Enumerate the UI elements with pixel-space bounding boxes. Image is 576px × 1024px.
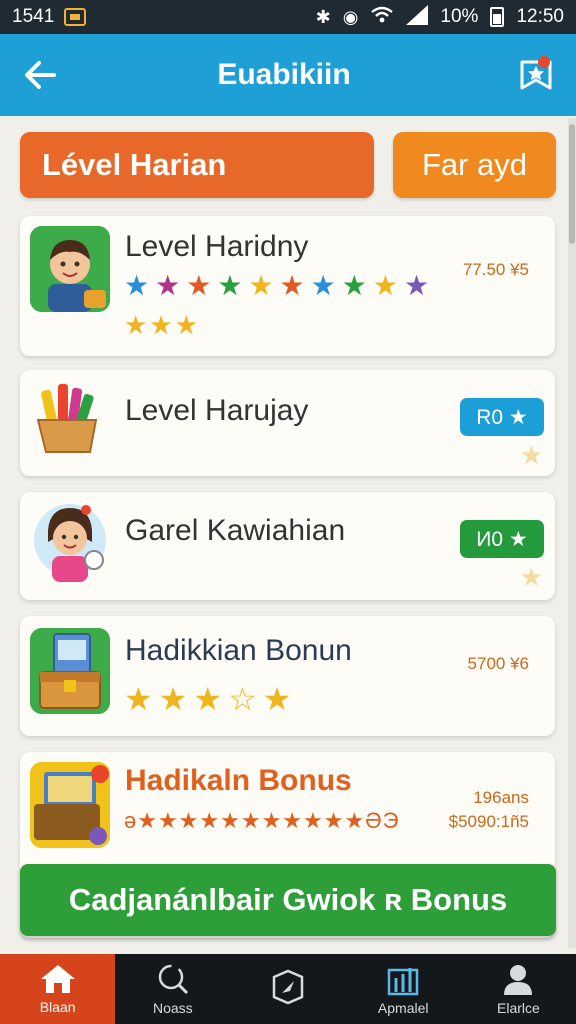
tab-bar: Lével Harian Far ayd [20,132,556,198]
signal-icon [406,4,429,30]
card-value: 77.50 ¥5 [462,260,529,279]
bonus-chest-icon [30,762,110,848]
nav-profile[interactable]: Elarlce [461,954,576,1024]
reward-badge[interactable]: R0 ★ [460,398,544,436]
tab-daily-level[interactable]: Lével Harian [20,132,374,198]
nav-label: Noass [152,1000,193,1016]
star-icon: ★ [372,270,398,301]
home-icon [40,965,75,993]
chart-icon [387,968,419,996]
back-button[interactable] [0,34,80,116]
treasure-chest-icon [30,628,110,714]
star-icon: ★ [341,270,367,301]
battery-icon [490,7,505,27]
star-icon: ★ [279,270,305,301]
notification-dot [538,56,550,68]
star-icon: ★ [403,270,430,301]
card-title: Garel Kawiahian [125,514,346,547]
star-icon: ★ [124,270,150,301]
card-title: Hadikaln Bonus [125,764,352,797]
status-bar: 1541 ✱ ◉ 10% 12:50 [0,0,576,34]
girl-avatar-icon [30,500,110,586]
star-icon: ★ [149,310,173,340]
nav-search[interactable]: Noass [115,954,230,1024]
app-bar: Euabikiin [0,34,576,116]
star-icon: ★ [217,270,243,301]
page-title: Euabikiin [217,58,351,91]
star-icon: ★ [155,270,181,301]
star-icon: ★ [124,310,148,340]
card-value-bottom: $5090:1ñ5 [448,812,529,831]
claim-bonus-button[interactable]: Cadjanánlbair Gwiok ʀ Bonus [20,864,556,936]
nav-explore[interactable] [230,954,345,1024]
profile-icon [504,965,533,995]
card-title: Level Haridny [125,230,309,263]
compass-icon [272,969,304,1005]
level-card[interactable]: Hadikkian Bonun 5700 ¥6 ★★★☆★ [20,616,555,736]
star-rating-row: ★ ★ ★ [124,312,198,338]
star-rating-row: ★ ★ ★ ★ ★ ★ ★ ★ ★ ★ [124,272,429,300]
card-value-top: 196ans [473,788,529,807]
nav-label: Elarlce [497,1000,540,1016]
wifi-icon [370,5,394,30]
tab-secondary[interactable]: Far ayd [393,132,556,198]
star-icon: ★ [186,270,212,301]
star-rating-row: ★★★☆★ [124,681,298,717]
reward-badge[interactable]: И0 ★ [460,520,544,558]
scrollbar-thumb[interactable] [569,124,575,244]
notifications-button[interactable] [496,34,576,116]
bonus-symbol-row: ə★★★★★★★★★★★ƏЭ [124,808,400,833]
star-icon: ★ [174,310,198,340]
hotspot-icon: ◉ [342,6,359,27]
level-card[interactable]: Level Harujay R0 ★ ★ [20,370,555,476]
level-card[interactable]: Level Haridny 77.50 ¥5 ★ ★ ★ ★ ★ ★ ★ ★ ★ ★ ★ ★ ★ [20,216,555,356]
bottom-nav: Blaan Noass Apmalel Elarlce [0,954,576,1024]
nav-label: Apmalel [377,1000,429,1016]
status-clock: 12:50 [516,6,564,27]
gallery-icon [64,8,87,26]
battery-percent: 10% [440,6,479,27]
nav-home[interactable]: Blaan [0,954,116,1024]
star-icon: ★ [310,270,336,301]
star-icon: ★ [519,440,543,470]
nav-label: Blaan [39,999,76,1015]
card-value: 5700 ¥6 [467,654,529,673]
status-time-left: 1541 [12,6,55,27]
nav-stats[interactable]: Apmalel [346,954,461,1024]
bluetooth-icon: ✱ [315,6,331,27]
boy-avatar-icon [30,226,110,312]
card-title: Level Harujay [125,394,309,427]
crayon-box-icon [30,380,110,466]
search-icon [158,964,188,995]
card-title: Hadikkian Bonun [125,634,352,667]
star-icon: ★ [248,270,274,301]
arrow-left-icon [25,61,56,89]
star-icon: ★ [519,562,543,592]
level-card[interactable]: Garel Kawiahian И0 ★ ★ [20,492,555,600]
